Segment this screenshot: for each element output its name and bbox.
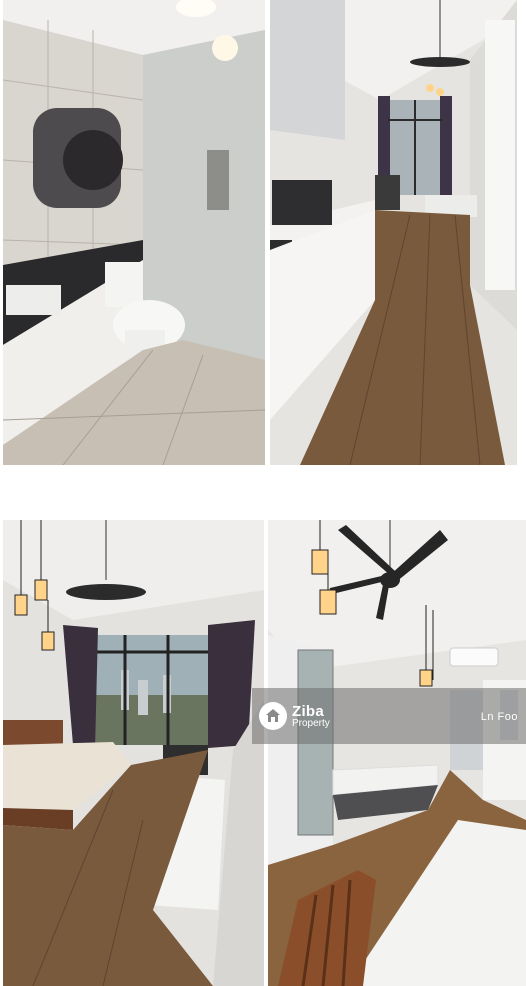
watermark-sub: Property — [292, 717, 330, 729]
watermark-brand: Ziba — [292, 702, 325, 720]
bedroom-window-photo — [3, 520, 264, 986]
bathroom-photo — [3, 0, 265, 465]
watermark-author: Ln Foo — [480, 711, 518, 723]
studio-overview-photo — [268, 520, 526, 986]
kitchen-corridor-photo — [270, 0, 517, 465]
house-logo-icon — [259, 702, 287, 730]
watermark-banner: Ziba Property Ln Foo — [252, 688, 526, 744]
